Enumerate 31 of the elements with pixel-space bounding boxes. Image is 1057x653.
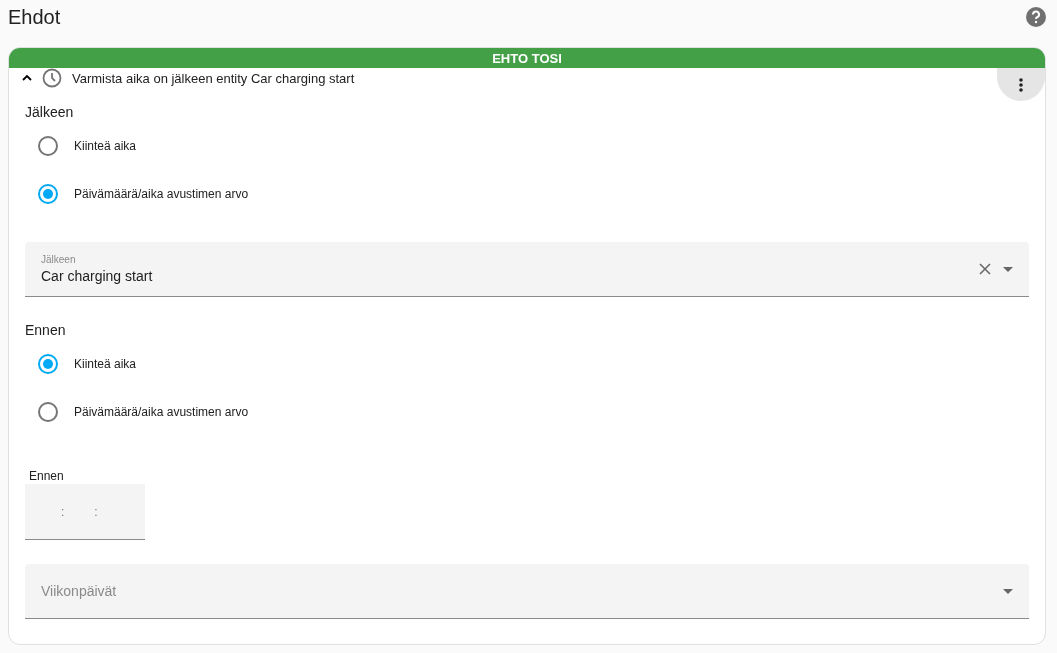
radio-label: Kiinteä aika [74,139,137,153]
radio-label: Kiinteä aika [74,357,137,371]
close-icon[interactable] [979,263,991,275]
dropdown-arrow-icon[interactable] [1003,588,1013,594]
radio-button[interactable] [38,354,58,374]
radio-button[interactable] [38,184,58,204]
help-icon[interactable] [1026,7,1046,27]
time-input-field[interactable]: : : [25,484,145,540]
entity-select-field[interactable]: Jälkeen Car charging start [25,242,1029,297]
field-label: Ennen [28,469,65,484]
more-icon [1019,77,1023,92]
field-value: Car charging start [41,268,154,284]
status-banner: EHTO TOSI [9,48,1045,68]
time-separator: : [61,504,65,519]
more-menu-button[interactable] [997,68,1045,101]
radio-button[interactable] [38,136,58,156]
radio-label: Päivämäärä/aika avustimen arvo [74,405,249,419]
radio-button[interactable] [38,402,58,422]
field-label: Jälkeen [41,254,77,265]
clock-icon [42,68,62,88]
condition-title: Varmista aika on jälkeen entity Car charging start [72,70,355,86]
section-label: Jälkeen [25,103,75,122]
dropdown-arrow-icon[interactable] [1003,266,1013,272]
section-label: Ennen [25,321,67,340]
radio-label: Päivämäärä/aika avustimen arvo [74,187,249,201]
weekday-select-field[interactable]: Viikonpäivät [25,564,1029,619]
field-placeholder: Viikonpäivät [41,583,118,599]
time-separator: : [94,504,98,519]
section-title: Ehdot [8,5,61,29]
caret-icon [22,73,32,83]
collapse-button[interactable] [22,73,32,83]
